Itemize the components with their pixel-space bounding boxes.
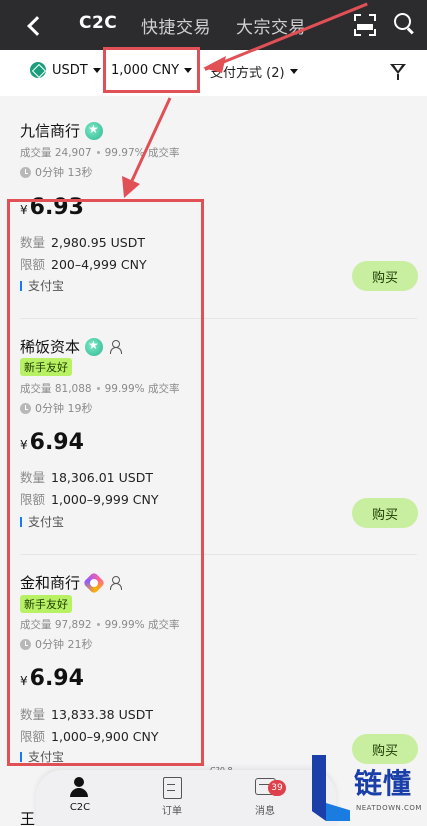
usdt-icon xyxy=(30,62,46,78)
payment-method-label: 支付方式 (2) xyxy=(210,66,285,81)
tab-quick-trade[interactable]: 快捷交易 xyxy=(141,13,211,38)
chevron-down-icon xyxy=(92,67,101,73)
trade-volume: 成交量 24,907 xyxy=(20,147,92,159)
search-icon[interactable] xyxy=(393,12,417,36)
bottom-nav: C2C 订单 消息 xyxy=(36,770,336,826)
user-icon xyxy=(69,776,91,798)
watermark-logo-icon xyxy=(312,755,350,821)
coin-select[interactable]: USDT xyxy=(30,62,101,78)
merchant-name-partial: 王 xyxy=(20,810,36,826)
watermark-text: 链懂 xyxy=(354,767,413,800)
verified-badge-icon xyxy=(85,121,104,140)
release-time: 0分钟 13秒 xyxy=(35,166,93,179)
highlight-box xyxy=(7,199,204,766)
nav-label: 消息 xyxy=(255,806,275,817)
completion-rate: 99.97% 成交率 xyxy=(104,147,180,159)
buy-button[interactable]: 购买 xyxy=(352,734,418,764)
buy-button[interactable]: 购买 xyxy=(352,261,418,291)
merchant-name-text: 九信商行 xyxy=(20,122,81,140)
nav-label: C2C xyxy=(69,802,91,813)
clock-icon xyxy=(20,166,31,178)
order-icon xyxy=(161,776,183,799)
filter-bar: USDT 支付方式 (2) xyxy=(0,50,427,96)
merchant-stats: 成交量 24,907 99.97% 成交率 xyxy=(20,145,179,160)
watermark-subtext: NEATDOWN.COM xyxy=(356,804,422,812)
nav-item-messages[interactable]: 消息 xyxy=(235,776,295,817)
message-count-badge: 39 xyxy=(268,780,286,796)
nav-item-c2c[interactable]: C2C xyxy=(50,776,110,813)
nav-item-orders[interactable]: 订单 xyxy=(142,776,202,817)
top-header: C2C 快捷交易 大宗交易 xyxy=(0,0,427,50)
filter-icon-stem xyxy=(397,74,399,80)
amount-label: 1,000 CNY xyxy=(110,62,180,78)
coin-label: USDT xyxy=(52,62,88,78)
nav-label: 订单 xyxy=(162,806,182,817)
chevron-down-icon xyxy=(184,67,193,73)
avg-release-time: 0分钟 13秒 xyxy=(20,164,93,180)
back-arrow-icon[interactable] xyxy=(24,12,44,38)
merchant-name[interactable]: 九信商行 xyxy=(20,120,104,141)
payment-method-select[interactable]: 支付方式 (2) xyxy=(210,62,298,81)
amount-select[interactable]: 1,000 CNY xyxy=(103,47,200,93)
tab-c2c[interactable]: C2C xyxy=(79,13,117,33)
chevron-down-icon xyxy=(289,69,298,74)
buy-button[interactable]: 购买 xyxy=(352,498,418,528)
scan-icon[interactable] xyxy=(354,14,376,36)
